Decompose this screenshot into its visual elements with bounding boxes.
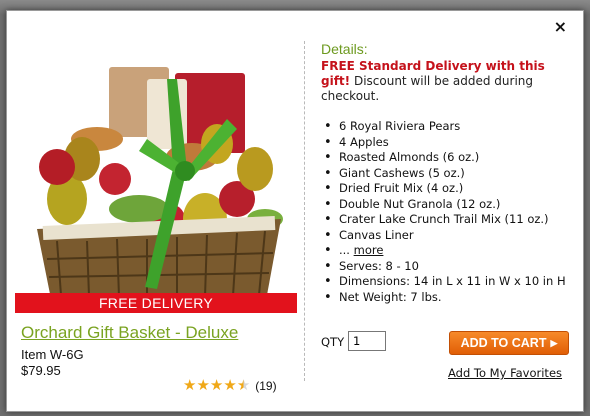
item-number: Item W-6G <box>21 347 84 362</box>
list-item: 6 Royal Riviera Pears <box>321 119 583 135</box>
list-item-more: ... more <box>321 243 583 259</box>
list-item: Giant Cashews (5 oz.) <box>321 166 583 182</box>
list-item: Roasted Almonds (6 oz.) <box>321 150 583 166</box>
star-icon: ★ <box>223 377 237 394</box>
list-item: Dimensions: 14 in L x 11 in W x 10 in H <box>321 274 583 290</box>
list-item: Crater Lake Crunch Trail Mix (11 oz.) <box>321 212 583 228</box>
half-star-icon: ★ <box>236 377 251 394</box>
add-to-cart-button[interactable]: ADD TO CART ▶ <box>449 331 569 355</box>
quantity-input[interactable] <box>348 331 386 351</box>
rating-stars: ★ ★ ★ ★ ★ <box>183 378 250 393</box>
free-delivery-banner: FREE DELIVERY <box>15 293 297 313</box>
column-divider <box>304 41 305 381</box>
details-heading: Details: <box>321 41 368 57</box>
list-item: Canvas Liner <box>321 228 583 244</box>
list-item: Dried Fruit Mix (4 oz.) <box>321 181 583 197</box>
add-to-cart-label: ADD TO CART <box>460 336 547 350</box>
close-button[interactable]: × <box>554 17 567 36</box>
arrow-right-icon: ▶ <box>550 337 558 348</box>
delivery-promo: FREE Standard Delivery with this gift! D… <box>321 59 571 104</box>
list-item: 4 Apples <box>321 135 583 151</box>
product-quickview-modal: × FREE DELIVERY Orchard Gift Basket - De… <box>6 10 584 412</box>
star-icon: ★ <box>196 377 210 394</box>
product-title-link[interactable]: Orchard Gift Basket - Deluxe <box>21 323 238 343</box>
promo-text: Discount will be added during checkout. <box>321 74 534 103</box>
add-to-favorites-link[interactable]: Add To My Favorites <box>448 366 562 380</box>
rating-count: (19) <box>255 378 277 393</box>
list-item: Net Weight: 7 lbs. <box>321 290 583 306</box>
product-image <box>37 67 283 299</box>
more-link[interactable]: more <box>354 243 384 257</box>
qty-label: QTY <box>321 335 345 349</box>
feature-list: 6 Royal Riviera Pears 4 Apples Roasted A… <box>321 119 583 305</box>
star-icon: ★ <box>183 377 197 394</box>
product-price: $79.95 <box>21 363 61 378</box>
list-item: Double Nut Granola (12 oz.) <box>321 197 583 213</box>
list-item: Serves: 8 - 10 <box>321 259 583 275</box>
more-prefix: ... <box>339 243 354 257</box>
product-rating[interactable]: ★ ★ ★ ★ ★ (19) <box>183 378 277 393</box>
star-icon: ★ <box>209 377 224 394</box>
